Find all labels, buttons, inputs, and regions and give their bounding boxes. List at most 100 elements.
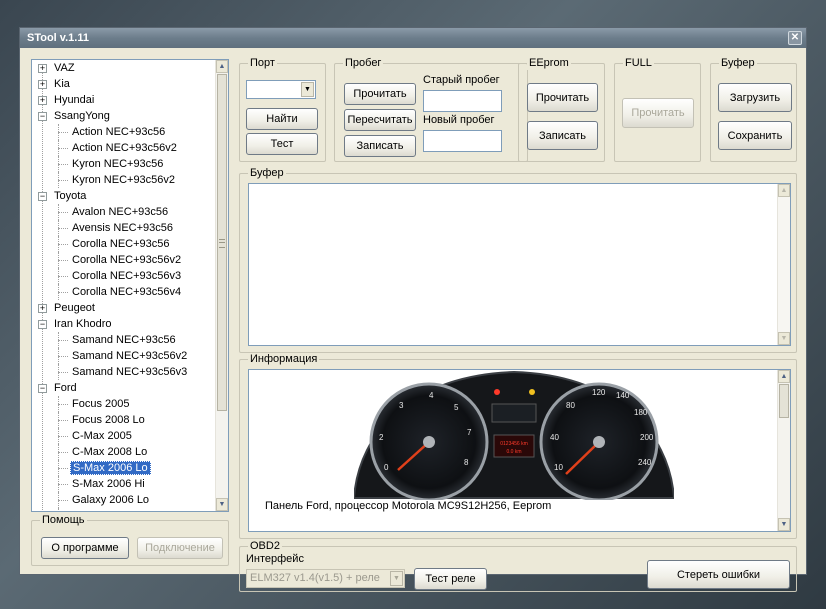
tree-group-node[interactable]: VAZ [52,60,77,76]
tree-item[interactable]: Action NEC+93c56v2 [70,140,179,156]
svg-text:10: 10 [554,463,563,472]
tree-item[interactable]: Galaxy 2006 Hi [70,508,149,511]
svg-text:3: 3 [399,401,404,410]
tree-item[interactable]: Galaxy 2006 Lo [70,492,151,508]
close-icon[interactable]: ✕ [788,31,802,45]
tree-item[interactable]: Samand NEC+93c56 [70,332,178,348]
tree-group-node[interactable]: Hyundai [52,92,96,108]
clear-errors-button[interactable]: Стереть ошибки [647,560,790,589]
expand-icon[interactable]: + [38,304,47,313]
tree-connector [58,404,68,405]
info-memo[interactable]: 0 2 3 4 5 7 8 10 40 80 120 140 180 200 240 0123456… [248,369,791,532]
tree-connector [58,468,68,469]
buffer-scrollbar[interactable]: ▲ ▼ [777,184,790,345]
dropdown-arrow-icon[interactable]: ▼ [390,571,403,586]
collapse-icon[interactable]: − [38,192,47,201]
tree-group-node[interactable]: Peugeot [52,300,97,316]
svg-text:8: 8 [464,458,469,467]
tree-connector [58,180,68,181]
tree-item[interactable]: Samand NEC+93c56v2 [70,348,189,364]
svg-text:120: 120 [592,388,606,397]
old-mileage-field[interactable] [423,90,502,112]
tree-item[interactable]: Corolla NEC+93c56v2 [70,252,183,268]
connect-button[interactable]: Подключение [137,537,223,559]
scroll-down-icon[interactable]: ▼ [778,518,790,531]
scroll-up-icon[interactable]: ▲ [778,184,790,197]
mileage-write-button[interactable]: Записать [344,135,416,157]
dropdown-arrow-icon[interactable]: ▼ [301,82,314,97]
buffer-memo[interactable]: ▲ ▼ [248,183,791,346]
tree-item[interactable]: Samand NEC+93c56v3 [70,364,189,380]
scroll-thumb[interactable] [217,74,227,411]
new-mileage-field[interactable] [423,130,502,152]
tree-item[interactable]: Kyron NEC+93c56v2 [70,172,177,188]
scroll-up-icon[interactable]: ▲ [216,60,228,73]
buffer-save-button[interactable]: Сохранить [718,121,792,150]
tree-connector [58,220,59,236]
main-window: STool v.1.11 ✕ ▲ ▼ VAZ + Kia + Hyundai + Ssang… [19,27,807,592]
tree-item[interactable]: Action NEC+93c56 [70,124,167,140]
tree-item[interactable]: S-Max 2006 Hi [70,476,147,492]
find-button[interactable]: Найти [246,108,318,130]
tree-item[interactable]: Corolla NEC+93c56v3 [70,268,183,284]
svg-text:80: 80 [566,401,575,410]
tree-item[interactable]: Avalon NEC+93c56 [70,204,170,220]
test-relay-button[interactable]: Тест реле [414,568,487,590]
new-mileage-label: Новый пробег [423,114,495,126]
tree-node-label: Iran Khodro [54,318,112,330]
tree-item[interactable]: Focus 2008 Lo [70,412,147,428]
tree-group-node[interactable]: SsangYong [52,108,112,124]
help-group-label: Помощь [40,514,87,527]
tree-item[interactable]: C-Max 2008 Lo [70,444,149,460]
tree-node-label: Avalon NEC+93c56 [72,206,169,218]
expand-icon[interactable]: + [38,96,47,105]
about-button[interactable]: О программе [41,537,129,559]
tree-item[interactable]: Kyron NEC+93c56 [70,156,165,172]
interface-select[interactable]: ELM327 v1.4(v1.5) + реле ▼ [246,569,405,588]
test-button[interactable]: Тест [246,133,318,155]
port-select[interactable]: ▼ [246,80,316,99]
tree-item[interactable]: Avensis NEC+93c56 [70,220,175,236]
buffer-panel: Буфер ▲ ▼ [239,167,797,353]
tree-group-node[interactable]: Toyota [52,188,88,204]
scroll-down-icon[interactable]: ▼ [778,332,790,345]
tree-item[interactable]: Focus 2005 [70,396,131,412]
tree-group-node[interactable]: Kia [52,76,72,92]
tree-connector [58,412,59,428]
tree-item[interactable]: Corolla NEC+93c56v4 [70,284,183,300]
tree-connector [58,340,68,341]
tree-group-node[interactable]: Ford [52,380,79,396]
info-scroll-thumb[interactable] [779,384,789,418]
buffer-load-button[interactable]: Загрузить [718,83,792,112]
scroll-up-icon[interactable]: ▲ [778,370,790,383]
collapse-icon[interactable]: − [38,384,47,393]
tree-item[interactable]: S-Max 2006 Lo [70,460,151,476]
scroll-down-icon[interactable]: ▼ [216,498,228,511]
title-bar[interactable]: STool v.1.11 ✕ [20,28,806,48]
tree-node-label: SsangYong [54,110,110,122]
full-read-button[interactable]: Прочитать [622,98,694,128]
vehicle-tree[interactable]: ▲ ▼ VAZ + Kia + Hyundai + SsangYong − Action NEC… [31,59,229,512]
eeprom-write-button[interactable]: Записать [527,121,598,150]
port-group: Порт ▼ Найти Тест [239,57,326,162]
tree-connector [58,252,59,268]
mileage-read-button[interactable]: Прочитать [344,83,416,105]
tree-connector [58,236,59,252]
tree-group-node[interactable]: Iran Khodro [52,316,113,332]
expand-icon[interactable]: + [38,64,47,73]
tree-item[interactable]: Corolla NEC+93c56 [70,236,172,252]
tree-node-label: Corolla NEC+93c56v4 [72,286,182,298]
eeprom-read-button[interactable]: Прочитать [527,83,598,112]
tree-node-label: C-Max 2005 [72,430,132,442]
expand-icon[interactable]: + [38,80,47,89]
tree-connector [58,428,59,444]
info-scrollbar[interactable]: ▲ ▼ [777,370,790,531]
collapse-icon[interactable]: − [38,112,47,121]
tree-item[interactable]: C-Max 2005 [70,428,134,444]
tree-connector [58,228,68,229]
tree-root-line [42,68,43,511]
mileage-recalc-button[interactable]: Пересчитать [344,109,416,131]
collapse-icon[interactable]: − [38,320,47,329]
tree-node-label: Avensis NEC+93c56 [72,222,173,234]
tree-scrollbar[interactable]: ▲ ▼ [215,60,228,511]
